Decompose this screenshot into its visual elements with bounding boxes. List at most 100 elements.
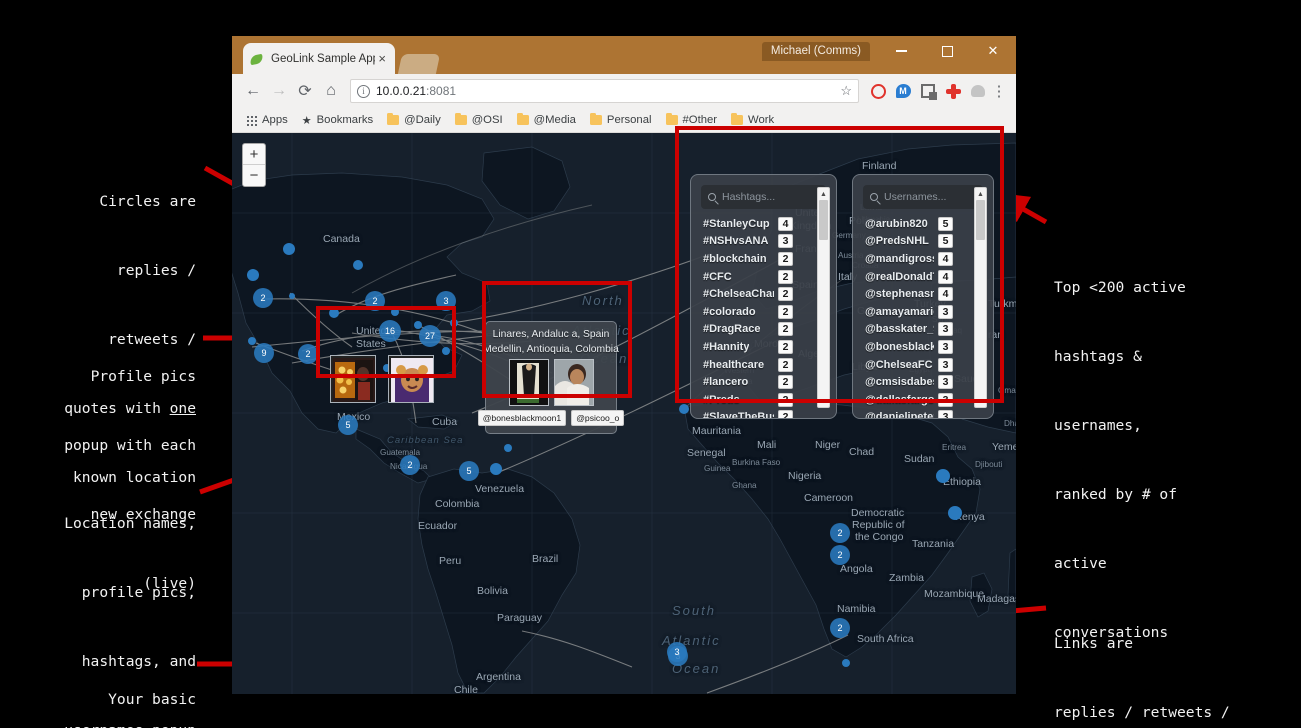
- usernames-list[interactable]: @arubin8205@PredsNHL5@mandigross_4@realD…: [853, 215, 963, 418]
- zoom-out-button[interactable]: −: [243, 165, 265, 186]
- map-activity-bubble[interactable]: [329, 308, 339, 318]
- web-map[interactable]: + − CanadaUnitedStatesMexicoCubaGuatemal…: [232, 133, 1016, 694]
- map-activity-bubble[interactable]: 16: [379, 320, 401, 342]
- map-activity-bubble[interactable]: [248, 337, 256, 345]
- hashtag-row[interactable]: #CFC 2: [703, 268, 793, 286]
- user-profile-chip[interactable]: Michael (Comms): [761, 42, 870, 61]
- map-activity-bubble[interactable]: 2: [365, 291, 385, 311]
- bookmark-osi[interactable]: @OSI: [449, 112, 509, 128]
- bookmark-personal[interactable]: Personal: [584, 112, 658, 128]
- map-activity-bubble[interactable]: 27: [419, 325, 441, 347]
- address-bar[interactable]: i 10.0.0.21:8081 ☆: [350, 79, 859, 103]
- window-minimize-button[interactable]: [878, 36, 924, 66]
- username-row[interactable]: @arubin820 5: [865, 215, 953, 233]
- window-maximize-button[interactable]: [924, 36, 970, 66]
- map-activity-bubble[interactable]: 2: [830, 618, 850, 638]
- popup-username[interactable]: @bonesblackmoon1: [477, 410, 567, 426]
- back-icon[interactable]: ←: [240, 78, 266, 104]
- map-activity-bubble[interactable]: [948, 506, 962, 520]
- usernames-search-input[interactable]: Usernames...: [863, 185, 983, 209]
- popup-profile-pic[interactable]: [508, 359, 549, 406]
- map-activity-bubble[interactable]: [442, 347, 450, 355]
- bookmark-media[interactable]: @Media: [511, 112, 582, 128]
- profile-pic-thumbnail[interactable]: [330, 355, 376, 403]
- popup-profile-pic[interactable]: [553, 359, 594, 406]
- scroll-down-icon[interactable]: ▼: [818, 395, 829, 407]
- hashtags-scrollbar[interactable]: ▲ ▼: [817, 187, 830, 408]
- hashtag-row[interactable]: #StanleyCup 4: [703, 215, 793, 233]
- forward-icon[interactable]: →: [266, 78, 292, 104]
- profile-pic-thumbnail[interactable]: [388, 355, 434, 403]
- map-activity-bubble[interactable]: [283, 243, 295, 255]
- username-row[interactable]: @PredsNHL 5: [865, 233, 953, 251]
- usernames-panel[interactable]: Usernames... @arubin820 5 @PredsNHL 5 @mandi…: [852, 174, 994, 419]
- hashtag-row[interactable]: #SlaveTheBush 2: [703, 409, 793, 418]
- map-activity-bubble[interactable]: 2: [400, 455, 420, 475]
- popup-username[interactable]: @psicoo_o: [571, 410, 625, 426]
- map-activity-bubble[interactable]: [391, 308, 399, 316]
- map-activity-bubble[interactable]: 2: [298, 344, 318, 364]
- browser-menu-icon[interactable]: ⋮: [990, 82, 1008, 100]
- username-row[interactable]: @basskater_91289 3: [865, 321, 953, 339]
- site-info-icon[interactable]: i: [357, 84, 370, 98]
- username-row[interactable]: @ChelseaFC 3: [865, 356, 953, 374]
- usernames-scrollbar[interactable]: ▲ ▼: [974, 187, 987, 408]
- map-activity-bubble[interactable]: [353, 260, 363, 270]
- browser-tab[interactable]: GeoLink Sample App #1 ×: [243, 43, 395, 74]
- map-activity-bubble[interactable]: [490, 463, 502, 475]
- scroll-down-icon[interactable]: ▼: [975, 395, 986, 407]
- map-activity-bubble[interactable]: [504, 444, 512, 452]
- map-activity-bubble[interactable]: [936, 469, 950, 483]
- hashtag-row[interactable]: #blockchain 2: [703, 250, 793, 268]
- reload-icon[interactable]: ⟳: [292, 78, 318, 104]
- map-activity-bubble[interactable]: [289, 293, 295, 299]
- bookmark-star-icon[interactable]: ☆: [840, 83, 852, 99]
- username-row[interactable]: @cmsisdabest 3: [865, 373, 953, 391]
- map-activity-bubble[interactable]: 9: [254, 343, 274, 363]
- username-row[interactable]: @stephenasmith 4: [865, 285, 953, 303]
- screenshot-icon[interactable]: [916, 79, 940, 103]
- map-activity-bubble[interactable]: [450, 319, 458, 327]
- bookmark-daily[interactable]: @Daily: [381, 112, 447, 128]
- window-close-button[interactable]: ✕: [970, 36, 1016, 66]
- hashtag-row[interactable]: #NSHvsANA 3: [703, 233, 793, 251]
- username-row[interactable]: @amayamarie216 3: [865, 303, 953, 321]
- bookmark-apps[interactable]: Apps: [239, 112, 294, 128]
- tab-close-icon[interactable]: ×: [375, 52, 389, 65]
- hashtag-row[interactable]: #healthcare 2: [703, 356, 793, 374]
- username-row[interactable]: @danielipeter 3: [865, 409, 953, 418]
- messenger-icon[interactable]: M: [891, 79, 915, 103]
- map-activity-bubble[interactable]: 2: [830, 545, 850, 565]
- username-row[interactable]: @realDonaldTrump 4: [865, 268, 953, 286]
- drive-icon[interactable]: [966, 79, 990, 103]
- hashtags-search-input[interactable]: Hashtags...: [701, 185, 826, 209]
- zoom-in-button[interactable]: +: [243, 144, 265, 165]
- map-activity-bubble[interactable]: 5: [459, 461, 479, 481]
- map-activity-bubble[interactable]: [842, 659, 850, 667]
- map-activity-bubble[interactable]: 2: [830, 523, 850, 543]
- map-activity-bubble[interactable]: [679, 404, 689, 414]
- map-activity-bubble[interactable]: 3: [667, 642, 687, 662]
- redcross-icon[interactable]: [941, 79, 965, 103]
- map-activity-bubble[interactable]: 5: [338, 415, 358, 435]
- hashtag-row[interactable]: #lancero 2: [703, 373, 793, 391]
- map-activity-bubble[interactable]: 3: [436, 291, 456, 311]
- hashtag-row[interactable]: #ChelseaChampions 2: [703, 285, 793, 303]
- home-icon[interactable]: ⌂: [318, 78, 344, 104]
- map-zoom-controls[interactable]: + −: [242, 143, 266, 187]
- hashtags-panel[interactable]: Hashtags... #StanleyCup 4 #NSHvsANA 3 #block…: [690, 174, 837, 419]
- hashtag-row[interactable]: #colorado 2: [703, 303, 793, 321]
- scroll-up-icon[interactable]: ▲: [975, 188, 986, 200]
- hashtag-row[interactable]: #Preds 2: [703, 391, 793, 409]
- scroll-up-icon[interactable]: ▲: [818, 188, 829, 200]
- scrollbar-thumb[interactable]: [976, 200, 985, 240]
- bookmark-other[interactable]: #Other: [660, 112, 724, 128]
- username-row[interactable]: @dallasfargo 3: [865, 391, 953, 409]
- hashtag-row[interactable]: #Hannity 2: [703, 338, 793, 356]
- map-activity-bubble[interactable]: 2: [253, 288, 273, 308]
- username-row[interactable]: @bonesblackmoon 3: [865, 338, 953, 356]
- bookmark-work[interactable]: Work: [725, 112, 780, 128]
- new-tab-button[interactable]: [397, 54, 441, 74]
- map-activity-bubble[interactable]: [247, 269, 259, 281]
- opera-icon[interactable]: [866, 79, 890, 103]
